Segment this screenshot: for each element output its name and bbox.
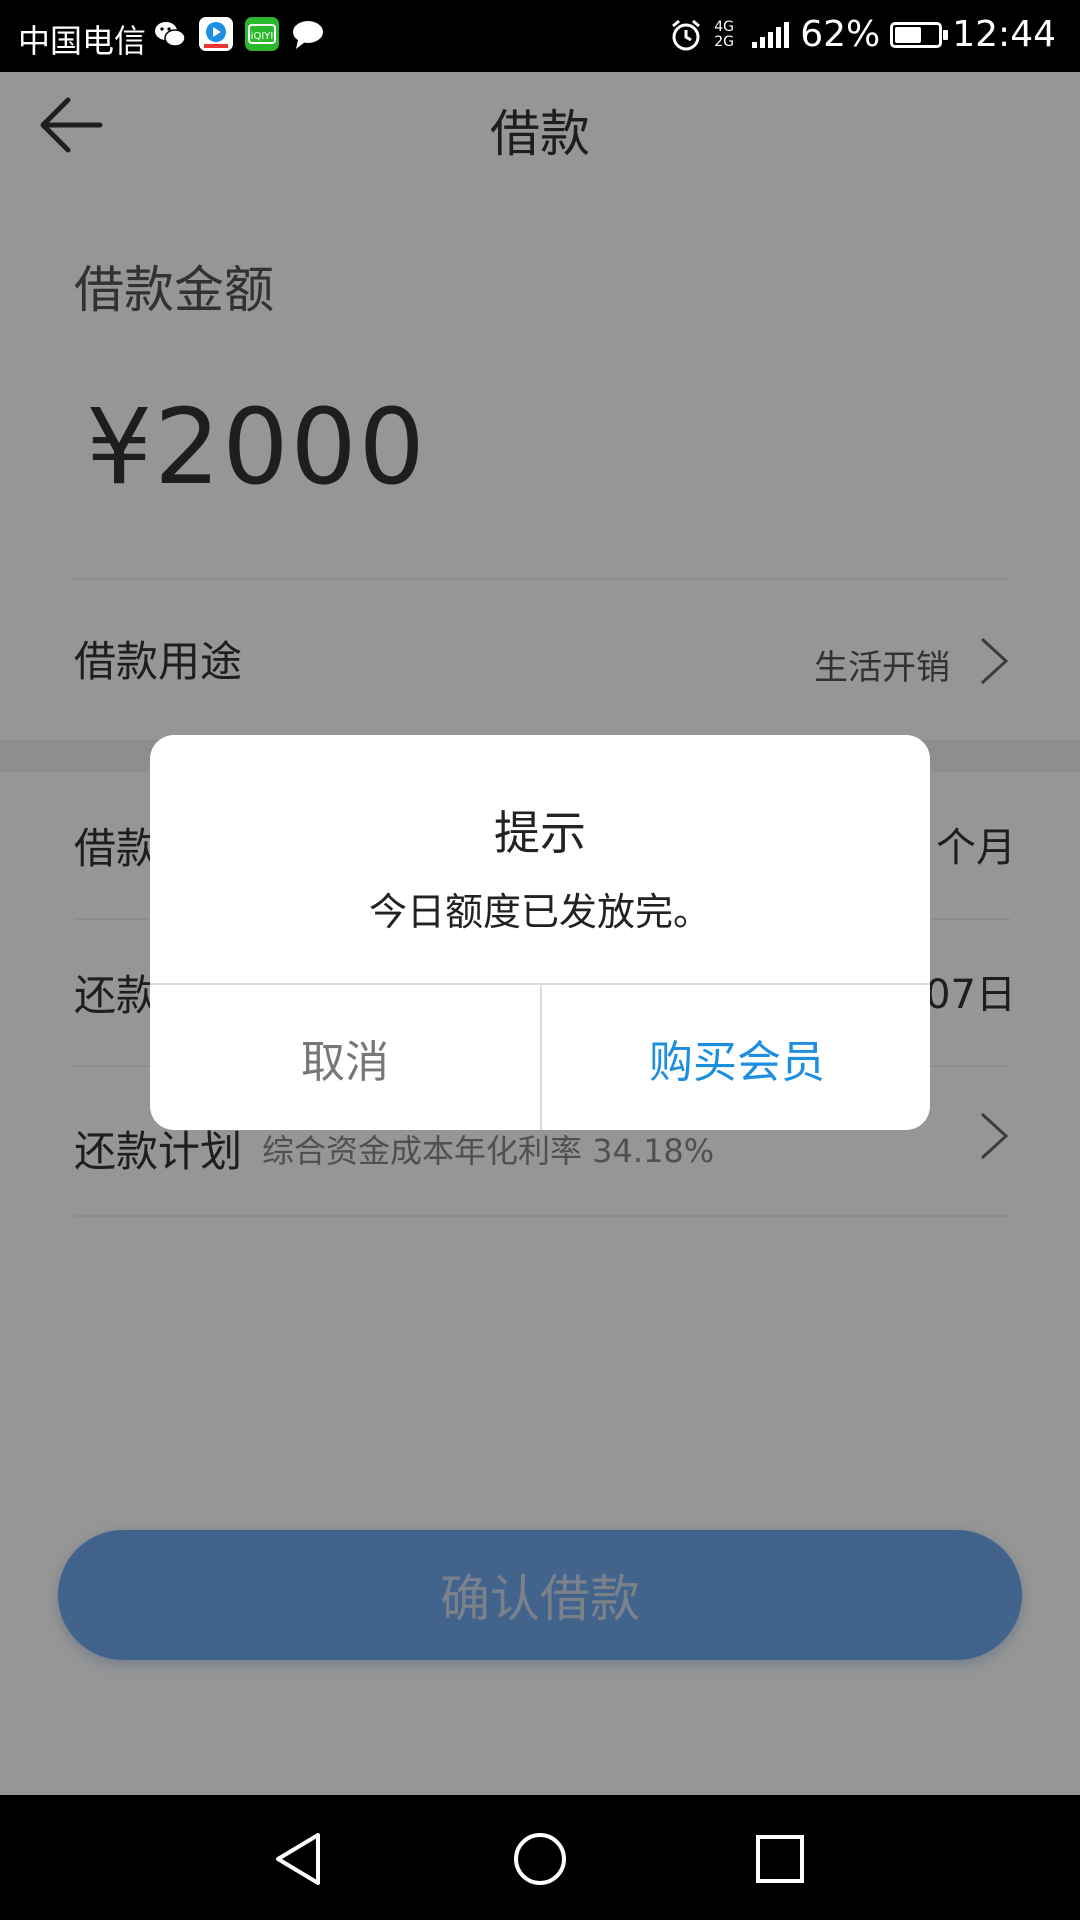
carrier-name: 中国电信 <box>18 22 147 60</box>
status-bar: 中国电信 iQIYI 4G 2G 62% 12:44 <box>0 0 1080 72</box>
network-indicator: 4G 2G <box>714 18 734 50</box>
battery-fill <box>895 26 922 43</box>
signal-icon <box>752 21 790 48</box>
alert-dialog: 提示 今日额度已发放完。 取消 购买会员 <box>150 735 930 1130</box>
buy-membership-button[interactable]: 购买会员 <box>542 985 930 1130</box>
battery-percent: 62% <box>800 14 881 55</box>
dialog-message: 今日额度已发放完。 <box>368 890 711 934</box>
home-nav-icon[interactable] <box>510 1829 570 1889</box>
clock: 12:44 <box>952 14 1056 55</box>
message-icon <box>293 21 323 49</box>
status-right: 4G 2G 62% 12:44 <box>668 14 1056 55</box>
back-nav-icon[interactable] <box>270 1829 330 1889</box>
alarm-icon <box>672 19 701 50</box>
dialog-title: 提示 <box>494 806 586 860</box>
wechat-icon <box>155 22 186 47</box>
cancel-button[interactable]: 取消 <box>150 985 540 1130</box>
video-app-icon <box>199 17 233 51</box>
iqiyi-icon: iQIYI <box>245 17 279 51</box>
notification-icons: iQIYI <box>152 16 326 52</box>
battery-icon <box>890 21 949 48</box>
system-nav-bar <box>0 1795 1080 1920</box>
recents-nav-icon[interactable] <box>750 1829 810 1889</box>
svg-text:iQIYI: iQIYI <box>251 31 274 42</box>
